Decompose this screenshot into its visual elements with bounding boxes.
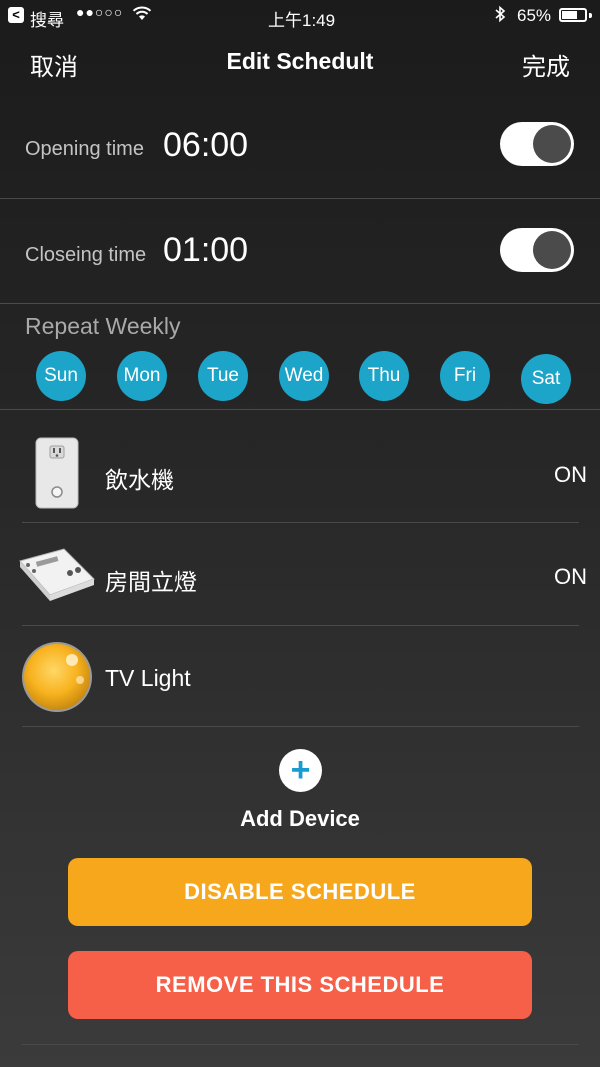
device-row[interactable] [22,436,84,515]
wifi-switch-module-icon [18,543,96,610]
toggle-knob [533,125,571,163]
device-name: 飲水機 [105,467,174,493]
battery-tip [589,13,592,18]
status-time: 上午1:49 [268,11,336,30]
day-sat[interactable]: Sat [521,354,571,404]
device-state: ON [554,564,587,589]
wifi-icon [132,5,152,26]
day-thu[interactable]: Thu [359,351,409,401]
divider [0,198,600,199]
device-row[interactable] [18,543,96,610]
add-device-icon[interactable]: + [279,749,322,792]
add-device-button[interactable]: Add Device [0,806,600,832]
divider [22,625,579,626]
back-to-app-icon[interactable]: < [8,7,24,23]
divider [22,726,579,727]
day-wed[interactable]: Wed [279,351,329,401]
back-app-label[interactable]: 搜尋 [30,6,64,31]
opening-time-label: Opening time [25,138,144,160]
closing-time-toggle[interactable] [500,228,574,272]
day-sun[interactable]: Sun [36,351,86,401]
battery-icon [559,8,587,22]
day-mon[interactable]: Mon [117,351,167,401]
day-tue[interactable]: Tue [198,351,248,401]
divider [22,1044,579,1045]
opening-time-value[interactable]: 06:00 [163,126,248,165]
smart-plug-icon [22,436,84,515]
signal-strength: ●●○○○ [76,4,124,20]
page-title: Edit Schedult [226,48,374,74]
disable-schedule-button[interactable]: DISABLE SCHEDULE [68,858,532,926]
divider [22,522,579,523]
closing-time-value[interactable]: 01:00 [163,231,248,270]
battery-percent: 65% [517,6,552,25]
device-state: ON [554,462,587,487]
status-bar: < 搜尋 ●●○○○ 上午1:49 65% [0,0,600,32]
bulb-icon [20,640,94,719]
remove-schedule-button[interactable]: REMOVE THIS SCHEDULE [68,951,532,1019]
repeat-weekly-label: Repeat Weekly [25,313,181,339]
bluetooth-icon [493,5,507,28]
done-button[interactable]: 完成 [522,47,570,82]
device-row[interactable] [20,640,94,719]
closing-time-label: Closeing time [25,244,147,266]
opening-time-toggle[interactable] [500,122,574,166]
divider [0,409,600,410]
toggle-knob [533,231,571,269]
device-name: 房間立燈 [105,569,197,595]
device-name: TV Light [105,665,191,691]
divider [0,303,600,304]
day-fri[interactable]: Fri [440,351,490,401]
